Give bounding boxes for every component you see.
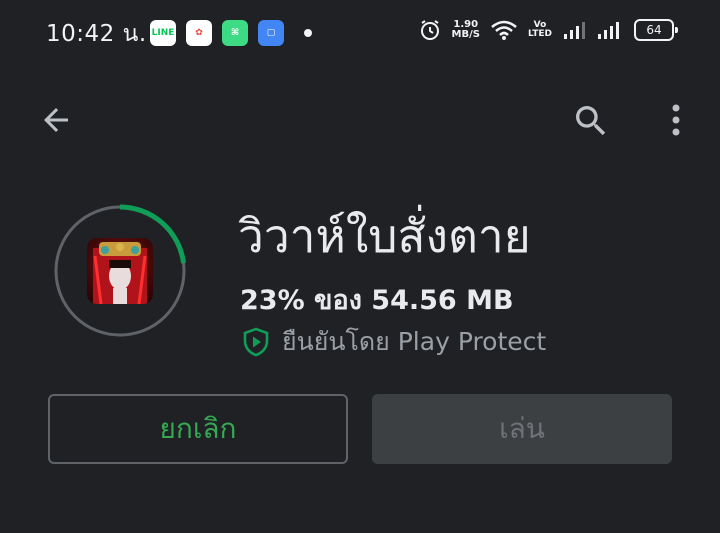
files-icon: ▢ xyxy=(258,20,284,46)
signal-1-icon xyxy=(564,22,585,39)
download-progress-ring xyxy=(53,204,187,338)
status-bar: 10:42 น. LINE ✿ ⌘ ▢ 1.90 MB/S Vo LTED 64 xyxy=(0,0,720,64)
network-speed: 1.90 MB/S xyxy=(452,20,480,40)
play-protect-text: ยืนยันโดย Play Protect xyxy=(282,327,547,356)
signal-2-icon xyxy=(598,22,619,39)
volte-bottom: LTED xyxy=(527,29,552,39)
battery-level: 64 xyxy=(646,23,662,37)
photos-icon: ✿ xyxy=(186,20,212,46)
search-button[interactable] xyxy=(566,96,616,146)
download-progress-text: 23% ของ 54.56 MB xyxy=(240,285,514,316)
gift-icon: ⌘ xyxy=(222,20,248,46)
search-icon xyxy=(576,106,606,136)
battery-icon: 64 xyxy=(634,19,678,41)
play-protect-row: ยืนยันโดย Play Protect xyxy=(242,322,546,362)
back-button[interactable] xyxy=(32,96,80,144)
app-icon xyxy=(87,238,153,304)
play-button-label: เล่น xyxy=(499,412,545,445)
network-speed-unit: MB/S xyxy=(451,29,480,40)
more-vertical-icon xyxy=(672,104,680,136)
play-protect-shield-icon xyxy=(243,327,269,357)
notification-icons: LINE ✿ ⌘ ▢ xyxy=(150,20,312,46)
cancel-button-label: ยกเลิก xyxy=(159,412,237,445)
system-icons: 1.90 MB/S Vo LTED 64 xyxy=(418,18,678,42)
line-icon: LINE xyxy=(150,20,176,46)
wifi-icon xyxy=(491,20,517,40)
more-options-button[interactable] xyxy=(652,96,700,144)
arrow-left-icon xyxy=(44,108,68,132)
volte-icon: Vo LTED xyxy=(528,21,552,39)
status-time: 10:42 น. xyxy=(46,21,147,47)
game-artwork-icon xyxy=(87,238,153,304)
cancel-button[interactable]: ยกเลิก xyxy=(48,394,348,464)
app-title: วิวาห์ใบสั่งตาย xyxy=(238,209,531,263)
more-notifications-dot xyxy=(304,29,312,37)
alarm-icon xyxy=(420,20,439,40)
play-button[interactable]: เล่น xyxy=(372,394,672,464)
